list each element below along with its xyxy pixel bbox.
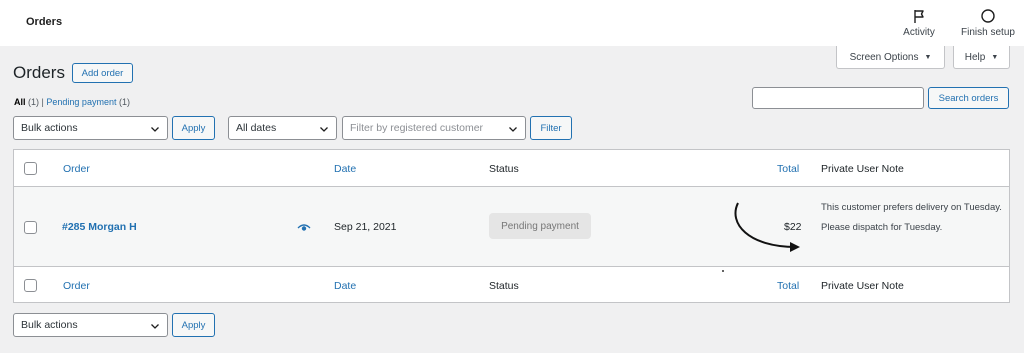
activity-button[interactable]: Activity [896, 8, 942, 38]
help-label: Help [964, 51, 986, 63]
column-status: Status [489, 163, 519, 175]
chevron-down-icon [320, 127, 328, 132]
column-order[interactable]: Order [63, 163, 90, 175]
column-status-footer: Status [489, 280, 519, 292]
apply-button-bottom[interactable]: Apply [172, 313, 215, 337]
screen-options-button[interactable]: Screen Options ▼ [836, 46, 945, 69]
topbar-title: Orders [26, 16, 63, 28]
activity-label: Activity [903, 27, 935, 38]
page-title: Orders [13, 63, 65, 82]
column-date-footer[interactable]: Date [334, 280, 356, 292]
customer-filter-select[interactable]: Filter by registered customer [342, 116, 526, 140]
select-all-checkbox[interactable] [24, 162, 37, 175]
add-order-button[interactable]: Add order [72, 63, 133, 83]
circle-icon [981, 9, 995, 23]
eye-icon[interactable] [297, 223, 311, 233]
dates-select[interactable]: All dates [228, 116, 337, 140]
filter-button[interactable]: Filter [530, 116, 572, 140]
column-total[interactable]: Total [777, 163, 799, 175]
view-separator: | [41, 97, 44, 107]
bulk-actions-value-bottom: Bulk actions [21, 319, 78, 331]
table-footer: Order Date Status Total Private User Not… [14, 267, 1009, 303]
customer-filter-placeholder: Filter by registered customer [350, 122, 484, 134]
flag-icon [914, 10, 924, 23]
column-note: Private User Note [821, 163, 904, 175]
order-total: $22 [784, 221, 802, 233]
order-link[interactable]: #285 Morgan H [62, 221, 137, 233]
bulk-actions-select-bottom[interactable]: Bulk actions [13, 313, 168, 337]
orders-table: Order Date Status Total Private User Not… [13, 149, 1010, 303]
search-orders-button[interactable]: Search orders [928, 87, 1009, 109]
finish-setup-label: Finish setup [961, 27, 1015, 38]
table-header: Order Date Status Total Private User Not… [14, 150, 1009, 187]
row-checkbox[interactable] [24, 221, 37, 234]
bulk-actions-select[interactable]: Bulk actions [13, 116, 168, 140]
chevron-down-icon [151, 324, 159, 329]
status-badge: Pending payment [489, 213, 591, 239]
view-pending-link[interactable]: Pending payment [46, 97, 116, 107]
column-total-footer[interactable]: Total [777, 280, 799, 292]
apply-button[interactable]: Apply [172, 116, 215, 140]
view-all-link[interactable]: All [14, 97, 26, 107]
order-date: Sep 21, 2021 [334, 221, 397, 233]
caret-down-icon: ▼ [924, 53, 932, 61]
table-row[interactable]: #285 Morgan H Sep 21, 2021 Pending payme… [14, 187, 1009, 272]
search-input[interactable] [752, 87, 924, 109]
chevron-down-icon [151, 127, 159, 132]
select-all-checkbox-footer[interactable] [24, 279, 37, 292]
column-order-footer[interactable]: Order [63, 280, 90, 292]
caret-down-icon: ▼ [991, 53, 999, 61]
column-note-footer: Private User Note [821, 280, 904, 292]
chevron-down-icon [509, 127, 517, 132]
column-date[interactable]: Date [334, 163, 356, 175]
private-note: This customer prefers delivery on Tuesda… [821, 202, 1002, 233]
screen-options-label: Screen Options [849, 51, 919, 63]
view-pending-count: (1) [118, 97, 130, 107]
dates-value: All dates [236, 122, 277, 134]
finish-setup-button[interactable]: Finish setup [956, 8, 1020, 38]
view-all-count: (1) [28, 97, 40, 107]
help-button[interactable]: Help ▼ [953, 46, 1010, 69]
status-views: All (1) | Pending payment (1) [14, 97, 130, 107]
top-bar: Orders Activity Finish setup [0, 0, 1024, 46]
bulk-actions-value: Bulk actions [21, 122, 78, 134]
